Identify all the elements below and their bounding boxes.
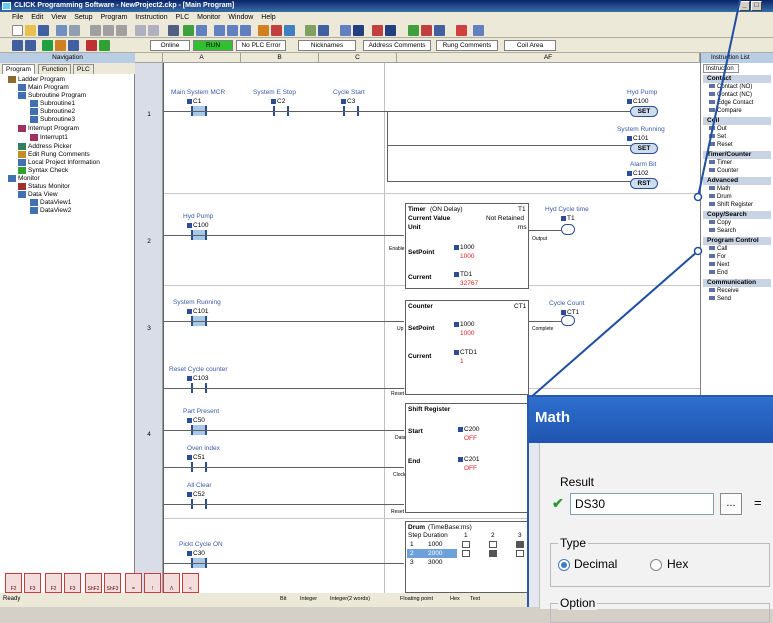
option-label: Option (558, 596, 598, 610)
legend-hex: Hex (450, 596, 460, 602)
legend-floating-point: Floating point (400, 596, 434, 602)
fkey-contact-nc[interactable]: F3 (24, 573, 41, 593)
result-label: Result (560, 475, 595, 489)
result-input[interactable]: DS30 (570, 493, 714, 515)
status-text: Ready (3, 596, 21, 602)
hex-radio[interactable] (650, 559, 662, 571)
legend-bit: Bit (280, 596, 287, 602)
check-icon: ✔ (552, 495, 564, 511)
legend-text: Text (470, 596, 481, 602)
legend-integer-2words: Integer(2 words) (330, 596, 371, 602)
fkey-equal[interactable]: = (125, 573, 142, 593)
decimal-label: Decimal (574, 557, 618, 571)
fkey-shift-f2[interactable]: ShF2 (85, 573, 102, 593)
legend-integer: Integer (300, 596, 318, 602)
math-dialog-title: Math (529, 397, 773, 443)
fkey-shift-f3[interactable]: ShF3 (104, 573, 121, 593)
math-dialog: Math Result ✔ DS30 ... = Type Decimal He… (527, 395, 773, 623)
hex-label: Hex (667, 557, 689, 571)
fkey-not-equal[interactable]: ! (144, 573, 161, 593)
decimal-radio[interactable] (558, 559, 570, 571)
browse-address-button[interactable]: ... (720, 493, 742, 515)
fkey-greater[interactable]: Ʌ (163, 573, 180, 593)
math-dialog-body: Result ✔ DS30 ... = Type Decimal Hex Opt… (539, 443, 773, 623)
equals-sign: = (754, 495, 762, 510)
fkey-less[interactable]: < (182, 573, 199, 593)
type-label: Type (558, 536, 589, 550)
fkey-edge-up[interactable]: F2 (45, 573, 62, 593)
fkey-edge-down[interactable]: F3 (64, 573, 81, 593)
fkey-contact-no[interactable]: F2 (5, 573, 22, 593)
